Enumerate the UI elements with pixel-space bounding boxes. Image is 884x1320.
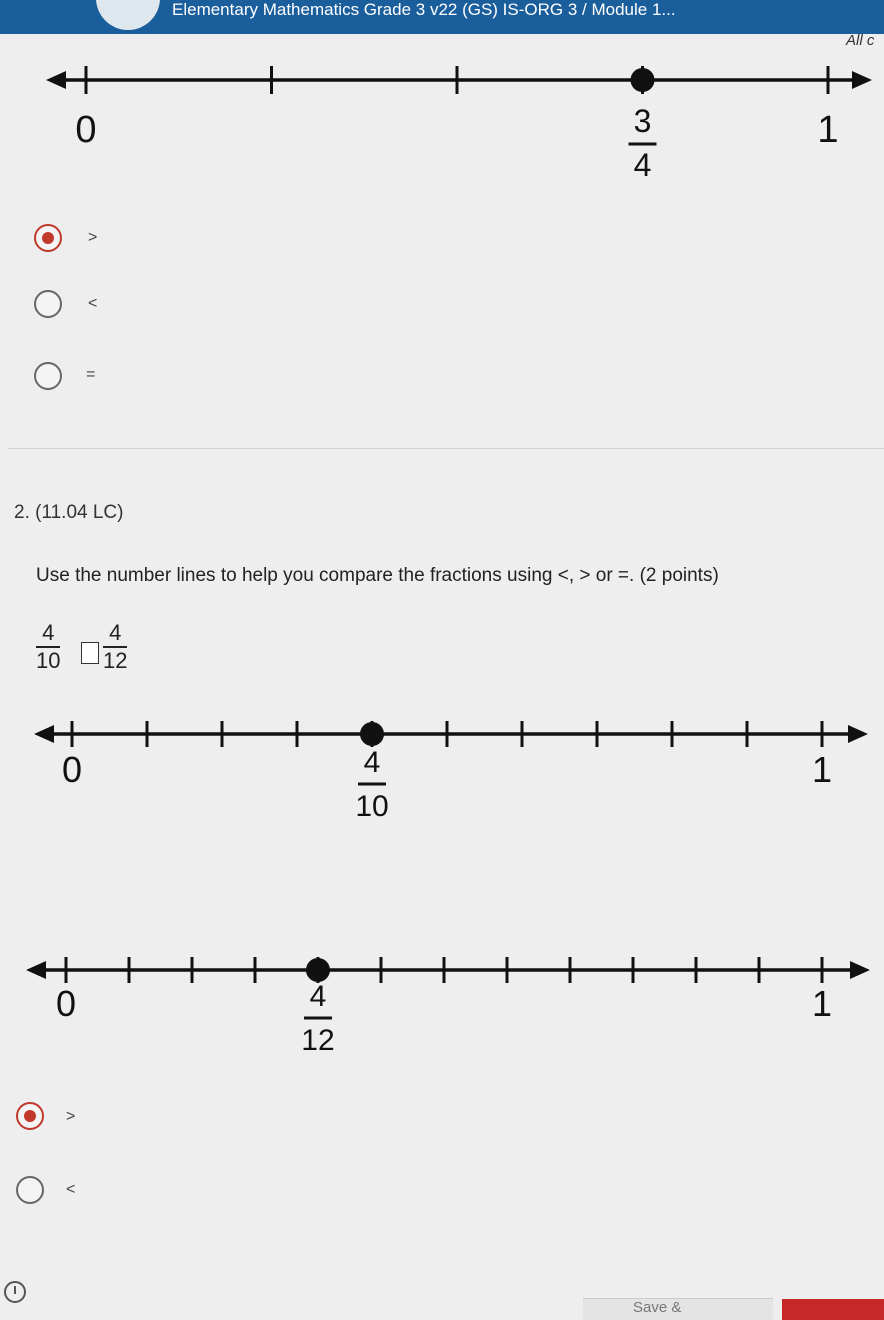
submit-button[interactable] — [782, 1299, 884, 1320]
tenths-number-line-point — [360, 722, 384, 746]
number-line-q1-group: 0 1 3 4 — [46, 66, 872, 183]
q1-number-line-point-numerator: 3 — [634, 103, 652, 139]
left-fraction: 4 10 — [36, 620, 61, 673]
twelfths-number-line-point-numerator: 4 — [310, 980, 327, 1013]
twelfths-number-line-right-arrow-icon — [850, 961, 870, 979]
left-fraction-numerator: 4 — [42, 620, 55, 645]
number-line-twelfths-group: 0 1 4 12 — [26, 957, 870, 1057]
twelfths-number-line-start-label: 0 — [56, 983, 76, 1024]
q2-option-less-radio[interactable] — [16, 1176, 44, 1204]
right-fraction-denominator: 12 — [103, 648, 128, 673]
tenths-number-line-point-numerator: 4 — [364, 746, 381, 779]
number-line-twelfths: 0 1 4 12 — [26, 957, 870, 1057]
q1-number-line-left-arrow-icon — [46, 71, 66, 89]
twelfths-number-line-point-denominator: 12 — [301, 1024, 334, 1057]
right-fraction-numerator: 4 — [109, 620, 122, 645]
q1-number-line-end-label: 1 — [817, 109, 838, 151]
q2-option-less-label: < — [66, 1181, 76, 1198]
number-line-tenths: 0 1 4 10 — [34, 721, 868, 823]
q2-option-greater-label: > — [66, 1108, 76, 1125]
q1-option-equal-label: = — [86, 366, 96, 383]
right-fraction: 4 12 — [103, 620, 128, 673]
question-number: 2. (11.04 LC) — [14, 502, 124, 523]
q1-option-less-radio[interactable] — [34, 290, 62, 318]
q1-number-line-point — [630, 68, 655, 92]
comparison-answer-box — [81, 642, 99, 664]
tenths-number-line-start-label: 0 — [62, 749, 82, 790]
q1-option-greater-label: > — [88, 229, 98, 246]
tenths-number-line-point-denominator: 10 — [355, 790, 388, 823]
q1-number-line-right-arrow-icon — [852, 71, 872, 89]
tenths-number-line-end-label: 1 — [812, 749, 832, 790]
q1-option-less-label: < — [88, 295, 98, 312]
number-line-q1: 0 1 3 4 — [46, 66, 872, 183]
q1-option-greater-radio[interactable] — [34, 224, 62, 252]
q1-number-line-start-label: 0 — [75, 109, 96, 151]
twelfths-number-line-end-label: 1 — [812, 983, 832, 1024]
timer-icon[interactable] — [4, 1281, 26, 1303]
tenths-number-line-left-arrow-icon — [34, 725, 54, 743]
question-divider — [8, 448, 884, 449]
left-fraction-denominator: 10 — [36, 648, 61, 673]
q2-option-greater-radio[interactable] — [16, 1102, 44, 1130]
twelfths-number-line-left-arrow-icon — [26, 961, 46, 979]
q1-option-equal-radio[interactable] — [34, 362, 62, 390]
tenths-number-line-right-arrow-icon — [848, 725, 868, 743]
save-button[interactable]: Save & — [583, 1298, 773, 1320]
twelfths-number-line-point — [305, 958, 330, 982]
q1-number-line-point-denominator: 4 — [634, 147, 652, 183]
question-prompt: Use the number lines to help you compare… — [36, 565, 719, 586]
number-line-tenths-group: 0 1 4 10 — [34, 721, 868, 823]
